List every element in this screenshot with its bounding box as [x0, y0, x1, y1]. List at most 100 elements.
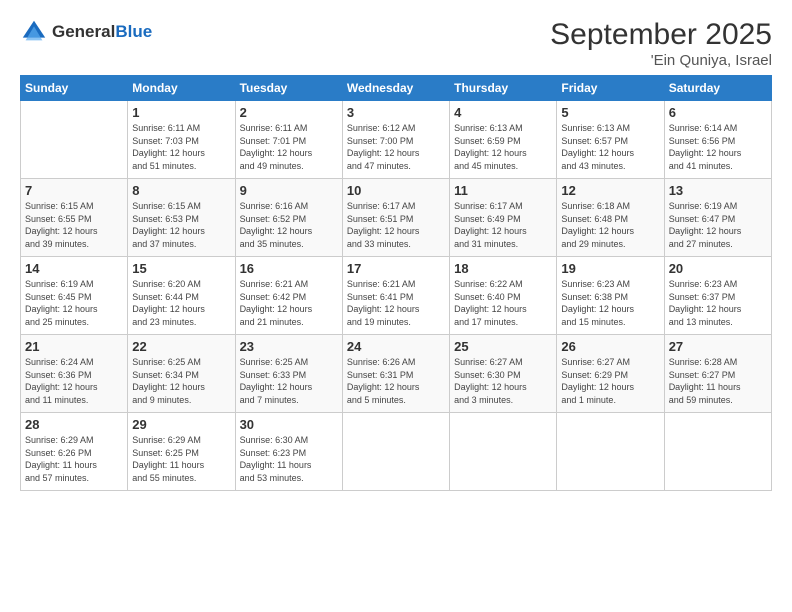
- day-number: 22: [132, 339, 230, 354]
- weekday-header: Thursday: [450, 76, 557, 101]
- day-info: Sunrise: 6:14 AM Sunset: 6:56 PM Dayligh…: [669, 122, 767, 172]
- day-info: Sunrise: 6:13 AM Sunset: 6:57 PM Dayligh…: [561, 122, 659, 172]
- logo-general: GeneralBlue: [52, 23, 152, 42]
- day-number: 23: [240, 339, 338, 354]
- day-number: 10: [347, 183, 445, 198]
- day-number: 1: [132, 105, 230, 120]
- day-number: 18: [454, 261, 552, 276]
- day-info: Sunrise: 6:22 AM Sunset: 6:40 PM Dayligh…: [454, 278, 552, 328]
- day-number: 30: [240, 417, 338, 432]
- day-info: Sunrise: 6:12 AM Sunset: 7:00 PM Dayligh…: [347, 122, 445, 172]
- calendar-cell: 2Sunrise: 6:11 AM Sunset: 7:01 PM Daylig…: [235, 101, 342, 179]
- calendar-cell: 30 Sunrise: 6:30 AM Sunset: 6:23 PM Dayli…: [235, 413, 342, 491]
- day-number: 4: [454, 105, 552, 120]
- day-number: 21: [25, 339, 123, 354]
- calendar-cell: 29 Sunrise: 6:29 AM Sunset: 6:25 PM Dayli…: [128, 413, 235, 491]
- day-number: 28: [25, 417, 123, 432]
- day-number: 6: [669, 105, 767, 120]
- calendar-cell: 10 Sunrise: 6:17 AM Sunset: 6:51 PM Dayli…: [342, 179, 449, 257]
- calendar-cell: 26Sunrise: 6:27 AM Sunset: 6:29 PM Dayli…: [557, 335, 664, 413]
- day-number: 20: [669, 261, 767, 276]
- day-info: Sunrise: 6:11 AM Sunset: 7:03 PM Dayligh…: [132, 122, 230, 172]
- day-number: 27: [669, 339, 767, 354]
- calendar-cell: 9Sunrise: 6:16 AM Sunset: 6:52 PM Daylig…: [235, 179, 342, 257]
- day-number: 17: [347, 261, 445, 276]
- day-info: Sunrise: 6:24 AM Sunset: 6:36 PM Dayligh…: [25, 356, 123, 406]
- day-info: Sunrise: 6:21 AM Sunset: 6:41 PM Dayligh…: [347, 278, 445, 328]
- day-info: Sunrise: 6:23 AM Sunset: 6:37 PM Dayligh…: [669, 278, 767, 328]
- day-info: Sunrise: 6:11 AM Sunset: 7:01 PM Dayligh…: [240, 122, 338, 172]
- calendar-cell: [664, 413, 771, 491]
- day-number: 14: [25, 261, 123, 276]
- month-title: September 2025: [550, 18, 772, 52]
- day-number: 11: [454, 183, 552, 198]
- weekday-header: Friday: [557, 76, 664, 101]
- day-info: Sunrise: 6:15 AM Sunset: 6:53 PM Dayligh…: [132, 200, 230, 250]
- calendar-week-row: 14 Sunrise: 6:19 AM Sunset: 6:45 PM Dayli…: [21, 257, 772, 335]
- weekday-header: Wednesday: [342, 76, 449, 101]
- day-number: 13: [669, 183, 767, 198]
- calendar-cell: 25 Sunrise: 6:27 AM Sunset: 6:30 PM Dayli…: [450, 335, 557, 413]
- day-info: Sunrise: 6:17 AM Sunset: 6:49 PM Dayligh…: [454, 200, 552, 250]
- calendar-cell: 14 Sunrise: 6:19 AM Sunset: 6:45 PM Dayli…: [21, 257, 128, 335]
- weekday-header: Tuesday: [235, 76, 342, 101]
- calendar-cell: [557, 413, 664, 491]
- day-number: 7: [25, 183, 123, 198]
- calendar-cell: 20 Sunrise: 6:23 AM Sunset: 6:37 PM Dayli…: [664, 257, 771, 335]
- calendar-cell: 6 Sunrise: 6:14 AM Sunset: 6:56 PM Daylig…: [664, 101, 771, 179]
- calendar-cell: 24Sunrise: 6:26 AM Sunset: 6:31 PM Dayli…: [342, 335, 449, 413]
- calendar-cell: 13 Sunrise: 6:19 AM Sunset: 6:47 PM Dayli…: [664, 179, 771, 257]
- day-info: Sunrise: 6:26 AM Sunset: 6:31 PM Dayligh…: [347, 356, 445, 406]
- day-info: Sunrise: 6:30 AM Sunset: 6:23 PM Dayligh…: [240, 434, 338, 484]
- day-number: 19: [561, 261, 659, 276]
- calendar-cell: 12 Sunrise: 6:18 AM Sunset: 6:48 PM Dayli…: [557, 179, 664, 257]
- day-number: 8: [132, 183, 230, 198]
- day-info: Sunrise: 6:18 AM Sunset: 6:48 PM Dayligh…: [561, 200, 659, 250]
- calendar-week-row: 7 Sunrise: 6:15 AM Sunset: 6:55 PM Daylig…: [21, 179, 772, 257]
- day-info: Sunrise: 6:15 AM Sunset: 6:55 PM Dayligh…: [25, 200, 123, 250]
- day-info: Sunrise: 6:19 AM Sunset: 6:47 PM Dayligh…: [669, 200, 767, 250]
- weekday-header: Sunday: [21, 76, 128, 101]
- day-info: Sunrise: 6:19 AM Sunset: 6:45 PM Dayligh…: [25, 278, 123, 328]
- day-info: Sunrise: 6:29 AM Sunset: 6:26 PM Dayligh…: [25, 434, 123, 484]
- calendar-cell: 15 Sunrise: 6:20 AM Sunset: 6:44 PM Dayli…: [128, 257, 235, 335]
- calendar-cell: 11 Sunrise: 6:17 AM Sunset: 6:49 PM Dayli…: [450, 179, 557, 257]
- title-block: September 2025 'Ein Quniya, Israel: [550, 18, 772, 69]
- calendar-cell: 7 Sunrise: 6:15 AM Sunset: 6:55 PM Daylig…: [21, 179, 128, 257]
- day-number: 26: [561, 339, 659, 354]
- day-info: Sunrise: 6:13 AM Sunset: 6:59 PM Dayligh…: [454, 122, 552, 172]
- calendar-week-row: 21 Sunrise: 6:24 AM Sunset: 6:36 PM Dayli…: [21, 335, 772, 413]
- calendar-cell: 21 Sunrise: 6:24 AM Sunset: 6:36 PM Dayli…: [21, 335, 128, 413]
- calendar-cell: [450, 413, 557, 491]
- location-title: 'Ein Quniya, Israel: [550, 52, 772, 69]
- calendar-cell: 5 Sunrise: 6:13 AM Sunset: 6:57 PM Daylig…: [557, 101, 664, 179]
- calendar-cell: 17 Sunrise: 6:21 AM Sunset: 6:41 PM Dayli…: [342, 257, 449, 335]
- day-number: 12: [561, 183, 659, 198]
- day-number: 29: [132, 417, 230, 432]
- day-number: 16: [240, 261, 338, 276]
- day-number: 5: [561, 105, 659, 120]
- calendar-cell: 19Sunrise: 6:23 AM Sunset: 6:38 PM Dayli…: [557, 257, 664, 335]
- weekday-header: Monday: [128, 76, 235, 101]
- day-number: 25: [454, 339, 552, 354]
- day-info: Sunrise: 6:20 AM Sunset: 6:44 PM Dayligh…: [132, 278, 230, 328]
- day-info: Sunrise: 6:17 AM Sunset: 6:51 PM Dayligh…: [347, 200, 445, 250]
- calendar-cell: 22Sunrise: 6:25 AM Sunset: 6:34 PM Dayli…: [128, 335, 235, 413]
- calendar-cell: [342, 413, 449, 491]
- calendar-cell: 27 Sunrise: 6:28 AM Sunset: 6:27 PM Dayli…: [664, 335, 771, 413]
- calendar-cell: 8 Sunrise: 6:15 AM Sunset: 6:53 PM Daylig…: [128, 179, 235, 257]
- day-number: 9: [240, 183, 338, 198]
- header: GeneralBlue September 2025 'Ein Quniya, …: [20, 18, 772, 69]
- day-info: Sunrise: 6:27 AM Sunset: 6:30 PM Dayligh…: [454, 356, 552, 406]
- page: GeneralBlue September 2025 'Ein Quniya, …: [0, 0, 792, 612]
- calendar-cell: 18 Sunrise: 6:22 AM Sunset: 6:40 PM Dayli…: [450, 257, 557, 335]
- day-info: Sunrise: 6:25 AM Sunset: 6:33 PM Dayligh…: [240, 356, 338, 406]
- day-info: Sunrise: 6:29 AM Sunset: 6:25 PM Dayligh…: [132, 434, 230, 484]
- day-info: Sunrise: 6:21 AM Sunset: 6:42 PM Dayligh…: [240, 278, 338, 328]
- calendar-cell: 23 Sunrise: 6:25 AM Sunset: 6:33 PM Dayli…: [235, 335, 342, 413]
- calendar-cell: 1 Sunrise: 6:11 AM Sunset: 7:03 PM Daylig…: [128, 101, 235, 179]
- calendar-week-row: 28 Sunrise: 6:29 AM Sunset: 6:26 PM Dayli…: [21, 413, 772, 491]
- day-number: 15: [132, 261, 230, 276]
- day-info: Sunrise: 6:28 AM Sunset: 6:27 PM Dayligh…: [669, 356, 767, 406]
- calendar-cell: 28 Sunrise: 6:29 AM Sunset: 6:26 PM Dayli…: [21, 413, 128, 491]
